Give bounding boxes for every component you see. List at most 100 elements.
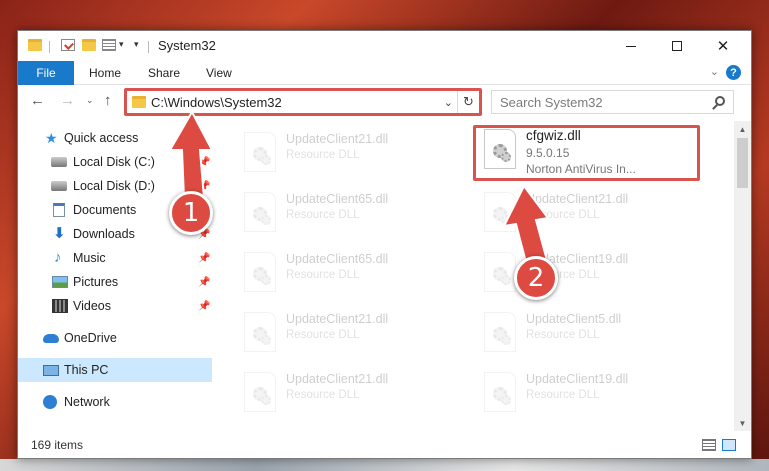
address-path[interactable]: C:\Windows\System32 [151, 95, 282, 110]
help-icon[interactable]: ? [726, 65, 741, 80]
downloads-icon: ⬇ [53, 225, 66, 242]
minimize-icon [626, 45, 636, 47]
navigation-pane: ★ Quick access Local Disk (C:) 📌 Local D… [18, 121, 212, 431]
file-name: UpdateClient5.dll [526, 312, 622, 326]
file-type: Resource DLL [286, 329, 360, 341]
close-icon: ✕ [716, 38, 730, 55]
navigation-bar: ← → ⌄ ↑ C:\Windows\System32 ⌄ ↻ Search S… [18, 86, 751, 118]
properties-check-icon[interactable] [61, 39, 75, 51]
list-item[interactable]: UpdateClient21.dll Resource DLL [236, 368, 466, 416]
status-bar: 169 items [18, 432, 751, 458]
file-type: Resource DLL [286, 269, 360, 281]
file-name: UpdateClient65.dll [286, 192, 389, 206]
chevron-down-icon[interactable]: ▾ [119, 39, 124, 50]
dll-file-icon [244, 192, 276, 232]
refresh-button[interactable]: ↻ [457, 91, 479, 113]
tab-home[interactable]: Home [89, 66, 121, 80]
list-item[interactable]: UpdateClient19.dll Resource DLL [476, 248, 706, 296]
new-folder-icon[interactable] [82, 39, 96, 51]
pin-icon: 📌 [198, 276, 211, 288]
sidebar-item-network[interactable]: Network [18, 390, 212, 414]
list-item[interactable]: UpdateClient5.dll Resource DLL [476, 308, 706, 356]
list-item[interactable]: UpdateClient65.dll Resource DLL [236, 188, 466, 236]
network-icon [43, 395, 57, 409]
minimize-button[interactable] [608, 31, 654, 61]
list-item-cfgwiz-dll[interactable]: cfgwiz.dll 9.5.0.15 Norton AntiVirus In.… [476, 125, 706, 179]
tab-view[interactable]: View [206, 66, 232, 80]
file-type: Resource DLL [526, 389, 600, 401]
vertical-scrollbar[interactable]: ▲ ▼ [734, 121, 751, 431]
back-button[interactable]: ← [30, 92, 45, 109]
dll-file-icon [484, 129, 516, 169]
address-bar[interactable]: C:\Windows\System32 ⌄ ↻ [126, 90, 480, 114]
sidebar-item-local-disk-c[interactable]: Local Disk (C:) 📌 [18, 150, 212, 174]
ribbon-tabs: File Home Share View ⌄ ? [18, 61, 751, 85]
recent-locations-button[interactable]: ⌄ [86, 95, 94, 106]
title-separator [148, 41, 149, 53]
sidebar-item-label: Music [73, 251, 106, 265]
disk-icon [51, 157, 67, 167]
dll-file-icon [484, 312, 516, 352]
documents-icon [53, 203, 65, 217]
file-list: UpdateClient21.dll Resource DLL UpdateCl… [214, 121, 732, 431]
sidebar-item-label: Documents [73, 203, 137, 217]
search-icon[interactable] [715, 96, 725, 106]
pin-icon: 📌 [198, 252, 211, 264]
file-name: UpdateClient21.dll [286, 372, 389, 386]
tab-share[interactable]: Share [148, 66, 180, 80]
quick-access-toolbar-icon[interactable] [102, 39, 116, 51]
sidebar-item-label: OneDrive [64, 331, 117, 345]
sidebar-item-label: Quick access [64, 131, 139, 145]
list-item[interactable]: UpdateClient19.dll Resource DLL [476, 368, 706, 416]
list-item[interactable]: UpdateClient21.dll Resource DLL [236, 128, 466, 176]
dll-file-icon [484, 252, 516, 292]
list-item[interactable]: UpdateClient65.dll Resource DLL [236, 248, 466, 296]
sidebar-item-pictures[interactable]: Pictures 📌 [18, 270, 212, 294]
title-separator [49, 41, 50, 53]
scrollbar-thumb[interactable] [737, 138, 748, 188]
address-dropdown-icon[interactable]: ⌄ [444, 96, 453, 109]
pin-icon: 📌 [198, 156, 211, 168]
dll-file-icon [244, 312, 276, 352]
file-type: Resource DLL [526, 329, 600, 341]
file-type: Resource DLL [526, 209, 600, 221]
sidebar-item-music[interactable]: ♪ Music 📌 [18, 246, 212, 270]
sidebar-item-label: Local Disk (C:) [73, 155, 155, 169]
expand-ribbon-icon[interactable]: ⌄ [710, 65, 719, 78]
star-icon: ★ [45, 130, 58, 146]
tab-file[interactable]: File [18, 61, 74, 85]
scroll-up-icon[interactable]: ▲ [734, 121, 751, 137]
sidebar-item-this-pc[interactable]: This PC [18, 358, 212, 382]
search-input[interactable]: Search System32 [491, 90, 734, 114]
details-view-icon[interactable] [702, 439, 716, 451]
dll-file-icon [244, 372, 276, 412]
this-pc-icon [43, 365, 59, 376]
maximize-button[interactable] [654, 31, 700, 61]
title-bar: ▾ ▾ System32 ✕ [18, 31, 751, 61]
large-icons-view-icon[interactable] [722, 439, 736, 451]
list-item[interactable]: UpdateClient21.dll Resource DLL [476, 188, 706, 236]
folder-icon [132, 96, 146, 108]
sidebar-item-onedrive[interactable]: OneDrive [18, 326, 212, 350]
close-button[interactable]: ✕ [700, 31, 746, 61]
file-name: UpdateClient21.dll [286, 132, 389, 146]
maximize-icon [672, 41, 682, 51]
pin-icon: 📌 [198, 180, 211, 192]
folder-icon [28, 39, 42, 51]
forward-button[interactable]: → [60, 92, 75, 109]
customize-toolbar-icon[interactable]: ▾ [134, 39, 139, 50]
list-item[interactable]: UpdateClient21.dll Resource DLL [236, 308, 466, 356]
search-placeholder: Search System32 [500, 95, 603, 110]
item-count: 169 items [31, 438, 84, 452]
scroll-down-icon[interactable]: ▼ [734, 415, 751, 431]
music-icon: ♪ [54, 249, 62, 266]
sidebar-item-quick-access[interactable]: ★ Quick access [18, 126, 212, 150]
desktop-wallpaper [0, 459, 769, 471]
file-type: Resource DLL [286, 389, 360, 401]
file-name: cfgwiz.dll [526, 128, 581, 143]
videos-icon [52, 299, 68, 313]
sidebar-item-videos[interactable]: Videos 📌 [18, 294, 212, 318]
step-2-badge: 2 [514, 256, 558, 300]
file-name: UpdateClient19.dll [526, 372, 629, 386]
up-button[interactable]: ↑ [104, 92, 112, 109]
